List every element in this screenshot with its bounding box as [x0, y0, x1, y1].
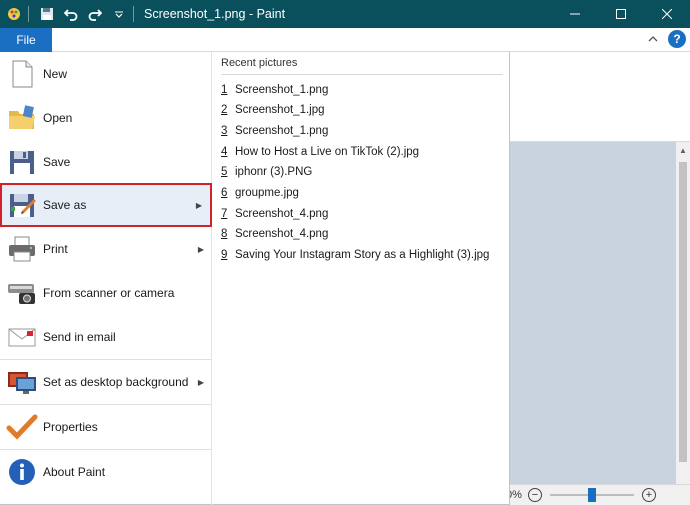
recent-item-name: Screenshot_1.jpg	[235, 104, 325, 116]
menu-item-label: Open	[43, 111, 73, 125]
quick-access-toolbar	[0, 0, 138, 28]
recent-item-number: 9	[221, 249, 228, 261]
toolbar-separator	[28, 6, 29, 22]
menu-item-label: From scanner or camera	[43, 286, 175, 300]
floppy-disk-icon	[6, 146, 38, 178]
recent-item-number: 2	[221, 104, 228, 116]
menu-item-save[interactable]: Save	[0, 140, 212, 184]
recent-item-name: How to Host a Live on TikTok (2).jpg	[235, 146, 420, 158]
undo-icon[interactable]	[61, 4, 81, 24]
recent-pictures-title: Recent pictures	[221, 57, 298, 69]
recent-item-name: Screenshot_4.png	[235, 208, 329, 220]
menu-item-label: About Paint	[43, 465, 106, 479]
recent-item-number: 1	[221, 84, 228, 96]
vertical-scrollbar[interactable]: ▲	[676, 142, 690, 484]
status-bar: 0% − +	[500, 484, 690, 505]
zoom-slider[interactable]	[549, 488, 634, 502]
recent-item[interactable]: 5 iphonr (3).PNG	[221, 162, 312, 182]
scrollbar-thumb[interactable]	[679, 162, 687, 462]
menu-item-about-paint[interactable]: About Paint	[0, 450, 212, 494]
recent-item[interactable]: 6 groupme.jpg	[221, 183, 299, 203]
printer-icon	[6, 233, 38, 265]
submenu-arrow-icon: ▶	[197, 377, 204, 387]
checkmark-icon	[6, 411, 38, 443]
menu-item-label: Send in email	[43, 330, 116, 344]
file-menu: New Open Save Save as ▶ Print ▶ From sca…	[0, 52, 510, 505]
recent-item[interactable]: 9 Saving Your Instagram Story as a Highl…	[221, 245, 489, 265]
menu-item-label: Print	[43, 242, 68, 256]
menu-item-properties[interactable]: Properties	[0, 405, 212, 449]
zoom-in-icon[interactable]: +	[641, 488, 656, 502]
recent-item-name: iphonr (3).PNG	[235, 166, 313, 178]
recent-item[interactable]: 3 Screenshot_1.png	[221, 121, 328, 141]
title-bar: Screenshot_1.png - Paint	[0, 0, 690, 28]
zoom-out-icon[interactable]: −	[527, 488, 542, 502]
recent-item-number: 4	[221, 146, 228, 158]
chevron-down-icon[interactable]	[109, 4, 129, 24]
maximize-button[interactable]	[598, 0, 644, 28]
minimize-icon	[570, 13, 580, 15]
close-button[interactable]	[644, 0, 690, 28]
recent-item[interactable]: 2 Screenshot_1.jpg	[221, 100, 325, 120]
window-title: Screenshot_1.png - Paint	[144, 7, 286, 21]
recent-item-name: Screenshot_1.png	[235, 125, 329, 137]
window-controls	[552, 0, 690, 28]
chevron-up-icon[interactable]	[648, 34, 658, 44]
ribbon-controls: ?	[648, 30, 686, 48]
menu-item-label: Save as	[43, 198, 87, 212]
menu-item-label: Properties	[43, 420, 98, 434]
recent-item-number: 8	[221, 228, 228, 240]
recent-item[interactable]: 8 Screenshot_4.png	[221, 224, 328, 244]
menu-item-label: Save	[43, 155, 71, 169]
recent-item-number: 7	[221, 208, 228, 220]
menu-item-label: New	[43, 67, 68, 81]
recent-item-name: Saving Your Instagram Story as a Highlig…	[235, 249, 490, 261]
help-icon[interactable]: ?	[668, 30, 686, 48]
ribbon-panel	[510, 52, 690, 142]
recent-pictures-panel: Recent pictures 1 Screenshot_1.png 2 Scr…	[213, 52, 509, 505]
submenu-arrow-icon: ▶	[197, 244, 204, 254]
menu-item-save-as[interactable]: Save as ▶	[0, 183, 212, 227]
new-document-icon	[6, 58, 38, 90]
recent-divider	[221, 74, 503, 75]
info-icon	[6, 456, 38, 488]
menu-item-from-scanner[interactable]: From scanner or camera	[0, 271, 212, 315]
scroll-up-icon[interactable]: ▲	[679, 146, 687, 155]
recent-item-name: Screenshot_4.png	[235, 228, 329, 240]
recent-item[interactable]: 4 How to Host a Live on TikTok (2).jpg	[221, 142, 419, 162]
redo-icon[interactable]	[85, 4, 105, 24]
recent-item-number: 3	[221, 125, 228, 137]
recent-item[interactable]: 7 Screenshot_4.png	[221, 204, 328, 224]
toolbar-separator	[133, 6, 134, 22]
menu-item-print[interactable]: Print ▶	[0, 227, 212, 271]
menu-item-set-desktop-background[interactable]: Set as desktop background ▶	[0, 360, 212, 404]
maximize-icon	[616, 9, 626, 19]
menu-item-new[interactable]: New	[0, 52, 212, 96]
recent-item[interactable]: 1 Screenshot_1.png	[221, 80, 328, 100]
paint-app-icon[interactable]	[4, 4, 24, 24]
menu-item-label: Set as desktop background	[43, 375, 189, 389]
floppy-disk-icon[interactable]	[37, 4, 57, 24]
menu-item-open[interactable]: Open	[0, 96, 212, 140]
save-as-icon	[6, 189, 38, 221]
file-menu-commands: New Open Save Save as ▶ Print ▶ From sca…	[0, 52, 212, 505]
close-icon	[662, 9, 672, 19]
desktop-background-icon	[6, 366, 38, 398]
recent-item-number: 5	[221, 166, 228, 178]
submenu-arrow-icon: ▶	[195, 200, 202, 210]
ribbon-tab-row: File ?	[0, 28, 690, 52]
menu-item-send-email[interactable]: Send in email	[0, 315, 212, 359]
email-icon	[6, 321, 38, 353]
open-folder-icon	[6, 102, 38, 134]
recent-item-number: 6	[221, 187, 228, 199]
recent-item-name: groupme.jpg	[235, 187, 299, 199]
zoom-slider-thumb[interactable]	[587, 488, 596, 502]
file-tab[interactable]: File	[0, 28, 52, 52]
scanner-camera-icon	[6, 277, 38, 309]
recent-item-name: Screenshot_1.png	[235, 84, 329, 96]
minimize-button[interactable]	[552, 0, 598, 28]
